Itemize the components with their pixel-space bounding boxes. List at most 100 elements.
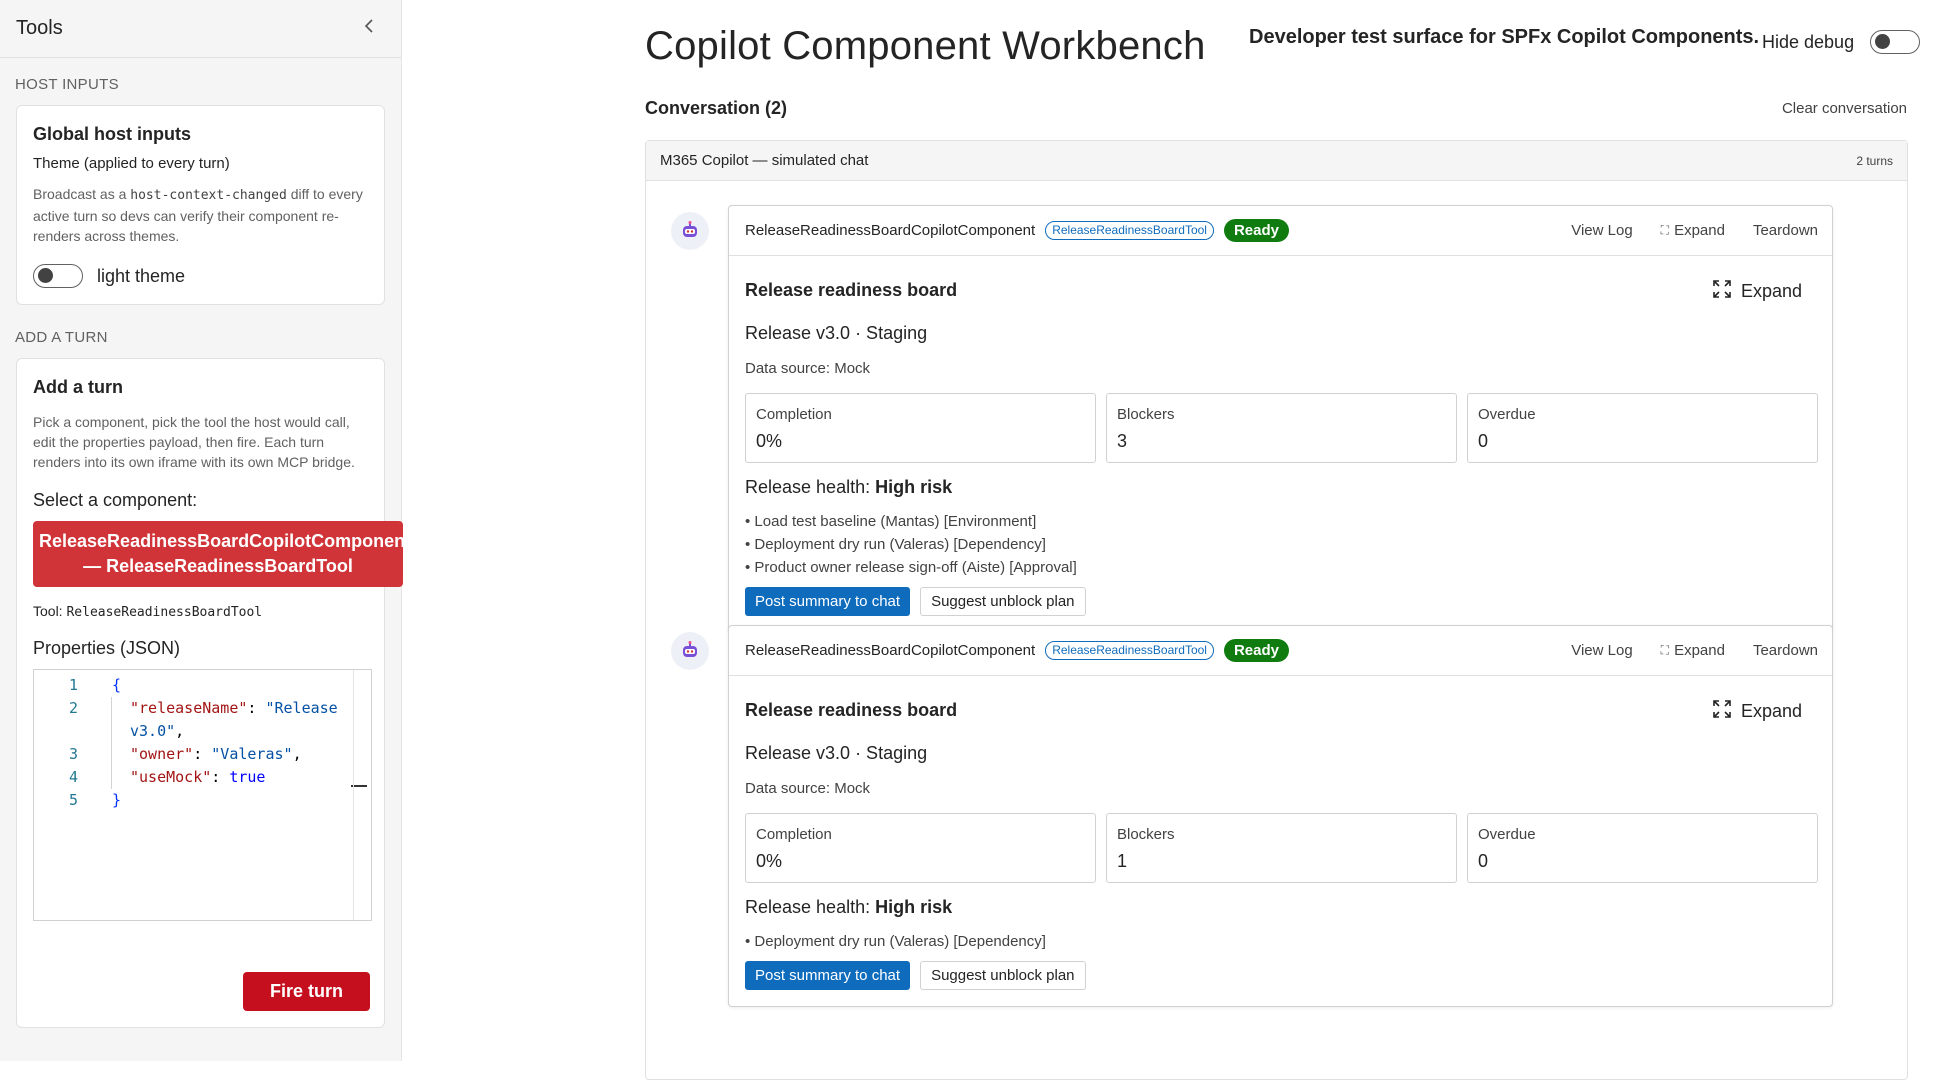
line-numbers: 1 2 3 4 5 [34, 674, 80, 812]
add-turn-title: Add a turn [33, 377, 123, 397]
metric-value: 0 [1478, 431, 1489, 451]
blocker-list: • Load test baseline (Mantas) [Environme… [745, 510, 1818, 579]
hide-debug-control: Hide debug [1762, 30, 1921, 54]
line-number: 1 [68, 676, 78, 694]
metric-completion: Completion 0% [745, 393, 1096, 463]
turn-actions: View Log ⛶ Expand Teardown [1543, 222, 1818, 239]
blocker-item: • Deployment dry run (Valeras) [Dependen… [745, 536, 1046, 553]
properties-json-editor[interactable]: 1 2 3 4 5 { "releaseName": "Release v3.0… [33, 669, 372, 921]
fire-turn-button[interactable]: Fire turn [242, 972, 370, 1011]
metric-value: 0% [756, 431, 783, 451]
chevron-left-icon[interactable] [357, 18, 381, 39]
editor-scrollbar[interactable] [353, 670, 371, 920]
data-source-label: Data source: Mock [745, 780, 871, 797]
board-title: Release readiness board [745, 280, 958, 300]
metric-overdue: Overdue 0 [1467, 813, 1818, 883]
metrics-row: Completion 0% Blockers 1 Overdue 0 [745, 813, 1818, 883]
hide-debug-toggle[interactable] [1870, 30, 1921, 54]
expand-dashed-icon: ⛶ [1660, 223, 1670, 237]
teardown-button[interactable]: Teardown [1753, 222, 1818, 239]
metrics-row: Completion 0% Blockers 3 Overdue 0 [745, 393, 1818, 463]
simulated-chat-panel: M365 Copilot — simulated chat 2 turns Re… [645, 140, 1908, 1080]
blocker-item: • Deployment dry run (Valeras) [Dependen… [745, 933, 1046, 950]
tool-badge: ReleaseReadinessBoardTool [1045, 221, 1214, 240]
add-turn-card: Add a turn Pick a component, pick the to… [16, 358, 411, 1028]
json-value-releaseName-a: "Release [265, 699, 338, 717]
metric-label: Overdue [1478, 406, 1536, 423]
host-inputs-title: Global host inputs [33, 124, 191, 144]
add-turn-section-label: ADD A TURN [15, 329, 108, 346]
json-value-useMock: true [229, 768, 266, 786]
release-readiness-board: Release readiness board Expand Release v… [729, 676, 1832, 1006]
metric-label: Blockers [1117, 406, 1175, 423]
workbench-main: Copilot Component Workbench Developer te… [402, 0, 1933, 1080]
expand-turn-label: Expand [1674, 222, 1725, 239]
theme-toggle[interactable] [33, 264, 83, 288]
toggle-knob [1875, 34, 1891, 49]
health-value: High risk [875, 477, 953, 497]
line-number: 5 [68, 791, 78, 809]
sidebar-title: Tools [16, 17, 63, 39]
blocker-item: • Product owner release sign-off (Aiste)… [745, 559, 1077, 576]
view-log-button[interactable]: View Log [1571, 222, 1632, 239]
component-select-line2: — ReleaseReadinessBoardTool [83, 556, 353, 576]
metric-value: 0% [756, 851, 783, 871]
expand-turn-button[interactable]: ⛶ Expand [1661, 222, 1725, 239]
clear-conversation-button[interactable]: Clear conversation [1782, 100, 1907, 117]
desc-text-pre: Broadcast as a [33, 186, 131, 202]
board-actions: Post summary to chat Suggest unblock pla… [745, 961, 1818, 990]
component-turn-card: ReleaseReadinessBoardCopilotComponent Re… [728, 625, 1833, 1007]
component-turn-card: ReleaseReadinessBoardCopilotComponent Re… [728, 205, 1833, 633]
json-value-releaseName-b: v3.0" [130, 722, 176, 740]
json-close-brace: } [112, 791, 122, 809]
release-readiness-board: Release readiness board Expand Release v… [729, 256, 1832, 632]
json-key-useMock: "useMock" [130, 768, 212, 786]
metric-value: 1 [1117, 851, 1128, 871]
tool-badge: ReleaseReadinessBoardTool [1045, 641, 1214, 660]
view-log-button[interactable]: View Log [1571, 642, 1632, 659]
metric-completion: Completion 0% [745, 813, 1096, 883]
blocker-list: • Deployment dry run (Valeras) [Dependen… [745, 930, 1818, 953]
suggest-unblock-button[interactable]: Suggest unblock plan [920, 587, 1086, 616]
data-source-label: Data source: Mock [745, 360, 871, 377]
board-expand-button[interactable]: Expand [1713, 280, 1802, 303]
status-badge: Ready [1223, 639, 1289, 662]
post-summary-button[interactable]: Post summary to chat [745, 587, 911, 616]
expand-dashed-icon: ⛶ [1660, 643, 1670, 657]
suggest-unblock-button[interactable]: Suggest unblock plan [920, 961, 1086, 990]
hide-debug-label: Hide debug [1762, 31, 1855, 52]
release-health: Release health: High risk [745, 897, 1818, 918]
metric-label: Completion [756, 406, 832, 423]
tool-name: ReleaseReadinessBoardTool [66, 605, 263, 620]
health-value: High risk [875, 897, 953, 917]
sidebar-header: Tools [0, 0, 401, 58]
metric-label: Completion [756, 826, 832, 843]
host-inputs-section-label: HOST INPUTS [15, 76, 119, 93]
json-code: { "releaseName": "Release v3.0", "owner"… [112, 676, 338, 809]
properties-label: Properties (JSON) [33, 638, 181, 658]
metric-value: 3 [1117, 431, 1128, 451]
release-label: Release v3.0 · Staging [745, 323, 928, 343]
component-name: ReleaseReadinessBoardCopilotComponent [745, 222, 1036, 239]
teardown-button[interactable]: Teardown [1753, 642, 1818, 659]
turn-count: 2 turns [1856, 153, 1893, 168]
expand-turn-label: Expand [1674, 642, 1725, 659]
tool-prefix: Tool: [33, 603, 67, 619]
release-label: Release v3.0 · Staging [745, 743, 928, 763]
turn-toolbar: ReleaseReadinessBoardCopilotComponent Re… [729, 626, 1832, 676]
json-value-owner: "Valeras" [211, 745, 293, 763]
turn-toolbar: ReleaseReadinessBoardCopilotComponent Re… [729, 206, 1832, 256]
component-select[interactable]: ReleaseReadinessBoardCopilotComponent — … [33, 521, 412, 587]
component-name: ReleaseReadinessBoardCopilotComponent [745, 642, 1036, 659]
copilot-bot-icon [671, 212, 709, 250]
post-summary-button[interactable]: Post summary to chat [745, 961, 911, 990]
line-number [34, 720, 80, 743]
json-open-brace: { [112, 676, 122, 694]
theme-toggle-row: light theme [33, 264, 368, 288]
component-select-line1: ReleaseReadinessBoardCopilotComponent [39, 531, 412, 551]
blocker-item: • Load test baseline (Mantas) [Environme… [745, 513, 1037, 530]
expand-turn-button[interactable]: ⛶ Expand [1661, 642, 1725, 659]
copilot-bot-icon [671, 632, 709, 670]
board-expand-button[interactable]: Expand [1713, 700, 1802, 723]
toggle-knob [38, 268, 53, 283]
